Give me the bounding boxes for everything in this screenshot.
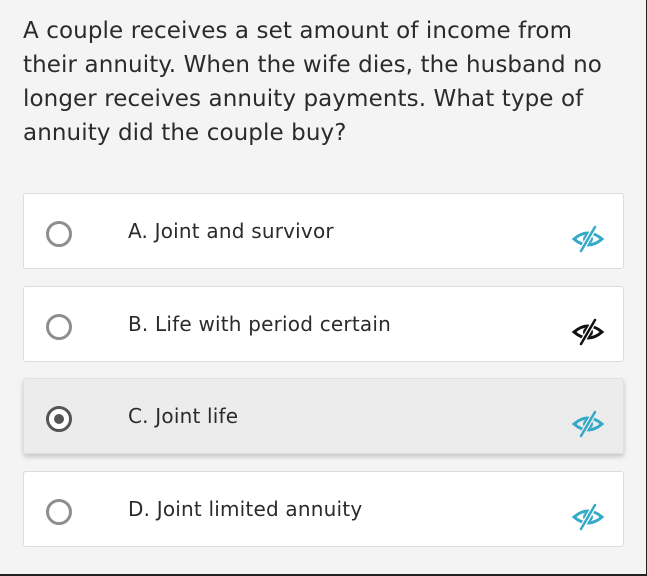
answer-option-b[interactable]: B. Life with period certain [23,286,624,362]
radio-button-b[interactable] [46,314,72,340]
radio-button-c[interactable] [46,406,72,432]
answer-option-a-label: A. Joint and survivor [128,219,334,243]
radio-button-a[interactable] [46,221,72,247]
answer-option-d[interactable]: D. Joint limited annuity [23,471,624,547]
radio-button-d[interactable] [46,499,72,525]
answer-option-c[interactable]: C. Joint life [23,378,624,454]
eye-slash-icon[interactable] [570,224,606,254]
radio-selected-dot [54,414,64,424]
eye-slash-icon[interactable] [570,502,606,532]
answer-option-c-label: C. Joint life [128,404,239,428]
answer-option-a[interactable]: A. Joint and survivor [23,193,624,269]
question-text: A couple receives a set amount of income… [23,18,602,146]
answer-option-d-label: D. Joint limited annuity [128,497,363,521]
eye-slash-icon[interactable] [570,409,606,439]
answer-option-b-label: B. Life with period certain [128,312,391,336]
eye-slash-icon[interactable] [570,317,606,347]
